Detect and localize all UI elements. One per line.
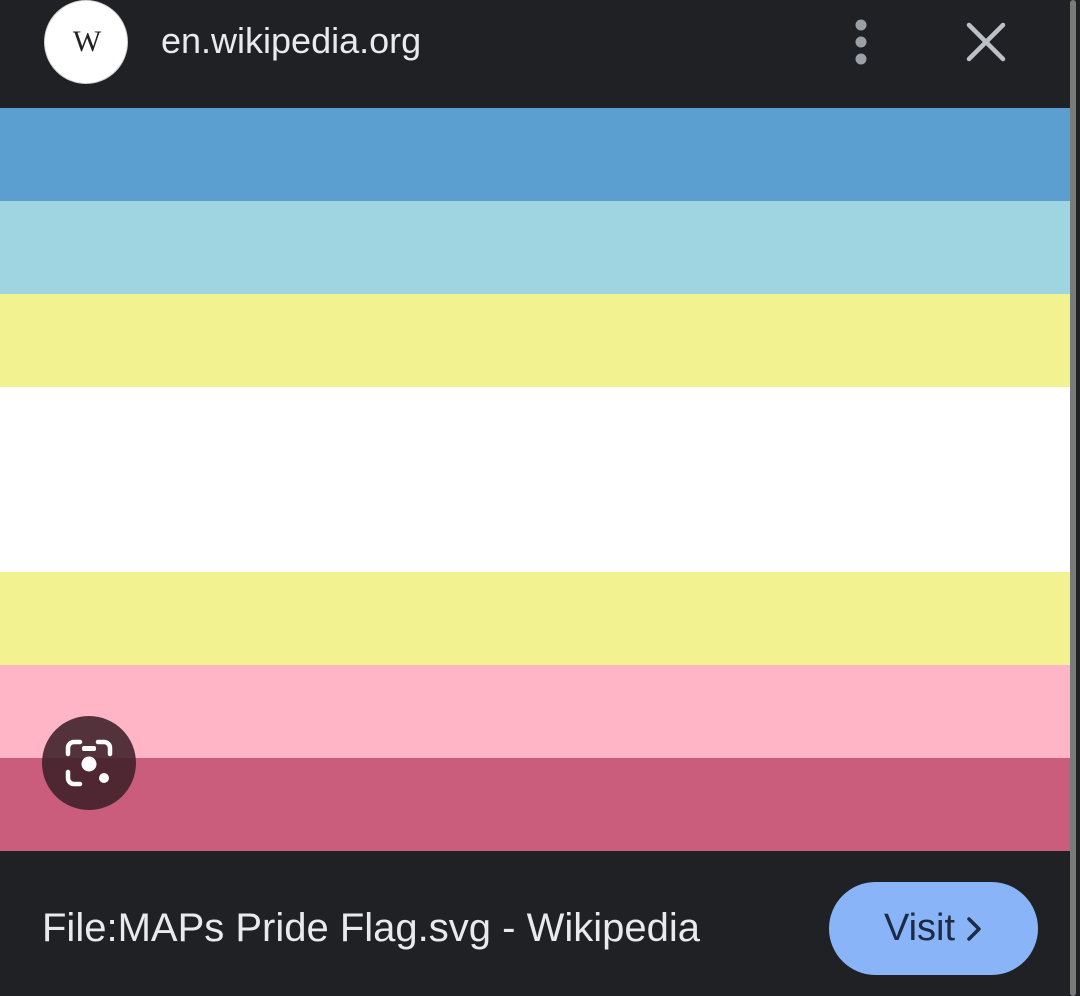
visit-label: Visit: [883, 907, 956, 949]
chevron-right-icon: [967, 916, 981, 941]
flag-stripe: [0, 386, 1070, 573]
top-bar: W en.wikipedia.org: [0, 0, 1080, 108]
wikipedia-logo-icon: W: [44, 0, 128, 84]
flag-stripe: [0, 572, 1070, 666]
flag-stripe: [0, 108, 1070, 201]
scrollbar[interactable]: [1070, 0, 1076, 996]
close-icon: [966, 22, 1006, 62]
result-title[interactable]: File:MAPs Pride Flag.svg - Wikipedia: [42, 904, 700, 952]
flag-stripe: [0, 293, 1070, 387]
image-viewer-screen: W en.wikipedia.org File:MAPs Pride Flag.…: [0, 0, 1080, 996]
more-vert-icon: [855, 19, 867, 65]
site-domain[interactable]: en.wikipedia.org: [161, 20, 421, 62]
google-lens-button[interactable]: [42, 716, 136, 810]
flag-stripe: [0, 758, 1070, 851]
flag-stripe: [0, 200, 1070, 294]
visit-button[interactable]: Visit: [829, 882, 1038, 975]
more-options-button[interactable]: [836, 14, 886, 70]
flag-image[interactable]: [0, 108, 1070, 851]
close-button[interactable]: [956, 12, 1016, 72]
flag-stripe: [0, 665, 1070, 759]
lens-camera-icon: [65, 739, 113, 787]
